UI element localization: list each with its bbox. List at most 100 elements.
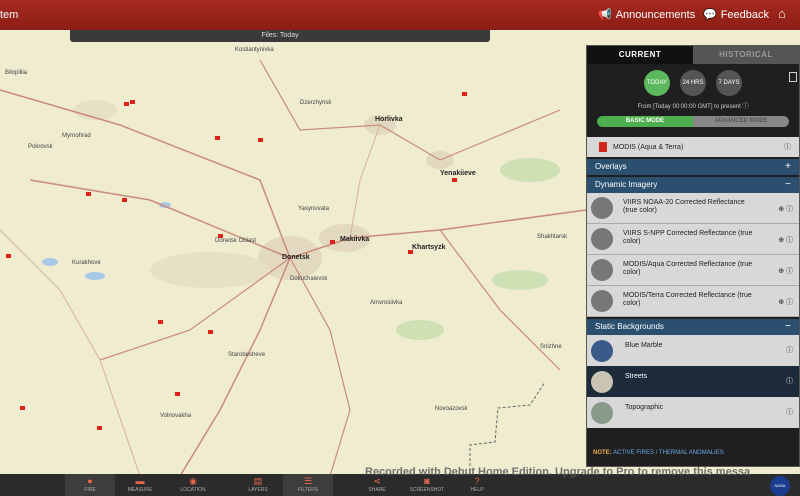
feedback-link[interactable]: 💬 Feedback — [703, 8, 769, 22]
home-icon[interactable]: ⌂ — [778, 6, 786, 21]
nasa-logo: NASA — [770, 476, 790, 496]
measure-button[interactable]: ▬ MEASURE — [115, 474, 165, 496]
toolbar-label: MEASURE — [127, 487, 153, 493]
background-item[interactable]: Topographic ⓘ — [587, 397, 799, 428]
location-button[interactable]: ◉ LOCATION — [168, 474, 218, 496]
toolbar-label: FILTERS — [297, 487, 319, 493]
advanced-mode-button[interactable]: ADVANCED MODE — [693, 116, 789, 127]
overlays-header[interactable]: Overlays + — [587, 159, 799, 175]
announcements-link[interactable]: 📢 Announcements — [598, 8, 696, 22]
fire-marker[interactable] — [20, 406, 25, 410]
fire-marker[interactable] — [6, 254, 11, 258]
info-icon[interactable]: ⓘ — [786, 407, 793, 417]
layers-button[interactable]: ▤ LAYERS — [233, 474, 283, 496]
fire-marker[interactable] — [215, 136, 220, 140]
layer-thumbnail — [591, 290, 613, 312]
fire-marker[interactable] — [122, 198, 127, 202]
background-name: Streets — [625, 373, 648, 380]
fire-marker[interactable] — [86, 192, 91, 196]
forest — [396, 320, 444, 340]
dynamic-layer[interactable]: MODIS/Aqua Corrected Reflectance (true c… — [587, 255, 799, 286]
tab-current[interactable]: CURRENT — [587, 46, 693, 64]
fire-marker[interactable] — [124, 102, 129, 106]
info-icon[interactable]: ⓘ — [786, 345, 793, 355]
modis-layer-label: MODIS (Aqua & Terra) — [613, 143, 684, 151]
toolbar-label: FIRE — [84, 487, 96, 493]
basic-mode-button[interactable]: BASIC MODE — [597, 116, 693, 127]
fire-marker[interactable] — [258, 138, 263, 142]
dynamic-layer[interactable]: MODIS/Terra Corrected Reflectance (true … — [587, 286, 799, 317]
toolbar-label: HELP — [470, 487, 484, 493]
dynamic-layer[interactable]: VIIRS NOAA-20 Corrected Reflectance (tru… — [587, 193, 799, 224]
fire-marker[interactable] — [452, 178, 457, 182]
filters-button[interactable]: ☰ FILTERS — [283, 474, 333, 496]
fire-marker[interactable] — [208, 330, 213, 334]
city-label: Khartsyzk — [412, 244, 446, 251]
modis-fire-layer[interactable]: MODIS (Aqua & Terra) ⓘ — [587, 137, 799, 157]
static-backgrounds-header[interactable]: Static Backgrounds − — [587, 319, 799, 335]
today-button[interactable]: TODAY — [644, 70, 670, 96]
fire-marker[interactable] — [130, 100, 135, 104]
info-icon[interactable]: ⓘ — [743, 104, 749, 110]
toolbar-label: LOCATION — [180, 487, 206, 493]
city-label: Starobesheve — [228, 352, 266, 358]
fire-marker[interactable] — [462, 92, 467, 96]
road — [0, 229, 141, 476]
city-label: Makiivka — [340, 236, 370, 243]
city-label: Snizhne — [540, 344, 562, 350]
layer-panel: CURRENT HISTORICAL ✕ TODAY 24 HRS 7 DAYS… — [586, 45, 800, 467]
chat-icon: 💬 — [703, 9, 717, 21]
info-icon[interactable]: ⓘ — [784, 142, 791, 152]
24hrs-button[interactable]: 24 HRS — [680, 70, 706, 96]
collapse-icon[interactable]: − — [785, 177, 791, 193]
add-info-icons[interactable]: ⊕ ⓘ — [778, 297, 793, 307]
tab-bar: CURRENT HISTORICAL — [587, 46, 799, 64]
fire-button[interactable]: ● FIRE — [65, 474, 115, 496]
city-label: Dokuchaievsk — [290, 276, 328, 282]
fire-icon: ● — [87, 476, 93, 486]
filter-icon: ☰ — [303, 476, 313, 486]
files-bar: Files: Today — [70, 30, 490, 42]
layer-name: VIIRS NOAA-20 Corrected Reflectance (tru… — [623, 199, 745, 214]
dynamic-layer[interactable]: VIIRS S-NPP Corrected Reflectance (true … — [587, 224, 799, 255]
layer-thumbnail — [591, 197, 613, 219]
expand-icon[interactable]: + — [785, 159, 791, 175]
range-text: From [Today 00:00:00 GMT] to present — [637, 104, 741, 110]
fire-marker[interactable] — [175, 392, 180, 396]
info-icon[interactable]: ⓘ — [786, 376, 793, 386]
road — [289, 257, 351, 476]
layer-thumbnail — [591, 228, 613, 250]
forest — [500, 158, 560, 182]
fire-marker[interactable] — [158, 320, 163, 324]
road — [259, 59, 561, 161]
megaphone-icon: 📢 — [598, 9, 612, 21]
fire-marker[interactable] — [330, 240, 335, 244]
fire-marker[interactable] — [97, 426, 102, 430]
7days-button[interactable]: 7 DAYS — [716, 70, 742, 96]
date-range-text: From [Today 00:00:00 GMT] to present ⓘ — [587, 101, 799, 110]
city-label: Bilopillia — [5, 70, 28, 76]
announcements-label: Announcements — [615, 8, 696, 21]
top-bar: tem 📢 Announcements 💬 Feedback ⌂ — [0, 0, 800, 30]
fire-layer-swatch — [599, 142, 607, 152]
background-item[interactable]: Blue Marble ⓘ — [587, 335, 799, 366]
city-label: Donetsk Oblast — [215, 238, 257, 244]
dynamic-imagery-header[interactable]: Dynamic Imagery − — [587, 177, 799, 193]
layer-thumbnail — [591, 259, 613, 281]
fire-marker[interactable] — [408, 250, 413, 254]
add-info-icons[interactable]: ⊕ ⓘ — [778, 266, 793, 276]
layer-name: MODIS/Terra Corrected Reflectance (true … — [623, 292, 752, 307]
add-info-icons[interactable]: ⊕ ⓘ — [778, 204, 793, 214]
background-item[interactable]: Streets ⓘ — [587, 366, 799, 397]
date-selector: TODAY 24 HRS 7 DAYS — [587, 70, 799, 96]
border-line — [469, 381, 546, 476]
fire-marker[interactable] — [218, 234, 223, 238]
background-name: Topographic — [625, 404, 664, 411]
city-label: Kurakhove — [72, 260, 101, 266]
mode-toggle: BASIC MODE ADVANCED MODE — [597, 116, 789, 127]
add-info-icons[interactable]: ⊕ ⓘ — [778, 235, 793, 245]
city-label: Yenakiieve — [440, 170, 476, 177]
bookmark-icon[interactable] — [789, 72, 797, 82]
collapse-icon[interactable]: − — [785, 319, 791, 335]
tab-historical[interactable]: HISTORICAL — [693, 46, 799, 64]
